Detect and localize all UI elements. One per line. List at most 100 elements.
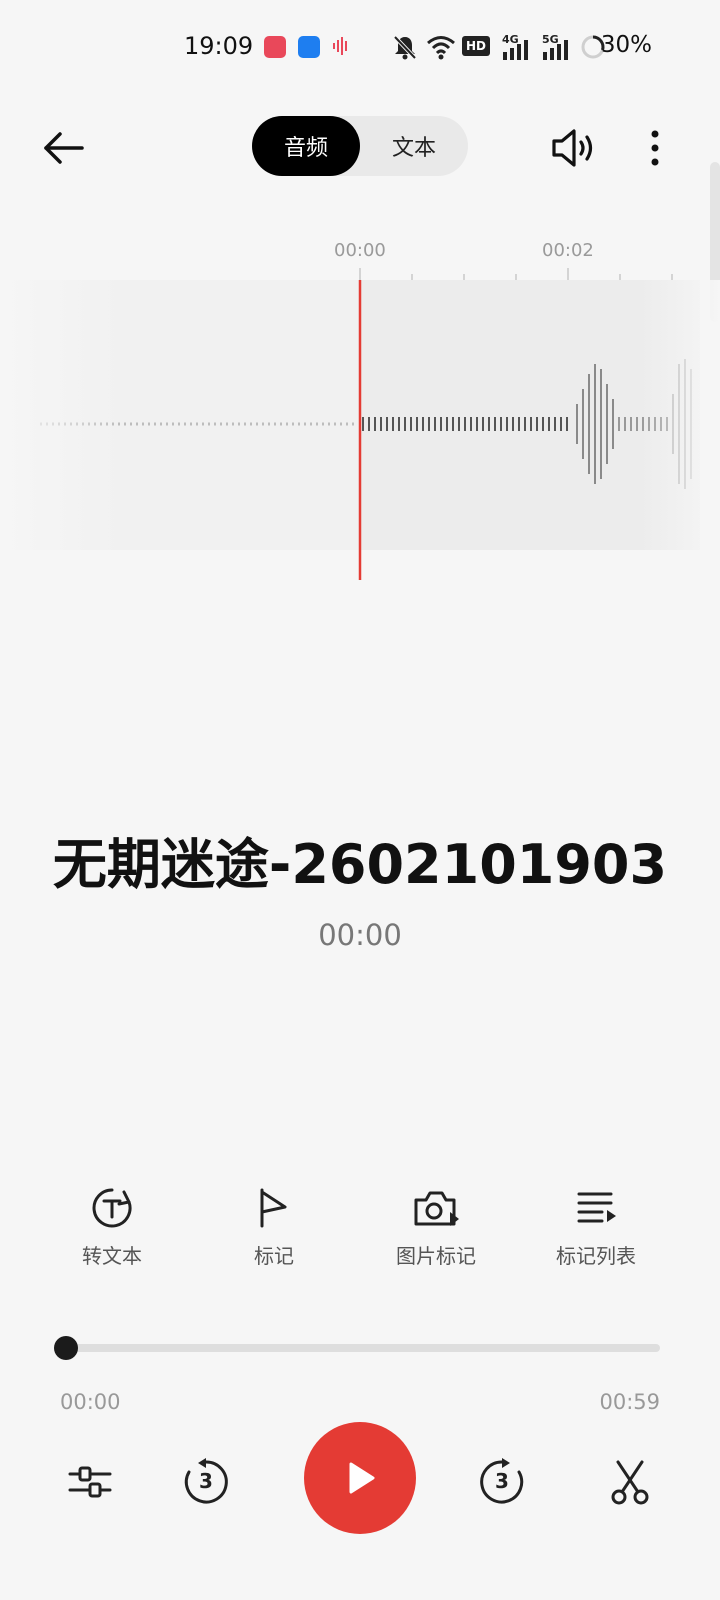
waveform-bar (512, 417, 514, 431)
waveform-bar (196, 422, 198, 426)
waveform-bar (268, 422, 270, 426)
waveform-bar (172, 422, 174, 426)
transcribe-button[interactable]: 转文本 (42, 1186, 182, 1269)
transcribe-text-icon (92, 1188, 132, 1228)
waveform-bar (452, 417, 454, 431)
waveform-bar (422, 417, 424, 431)
waveform-bar (582, 389, 584, 459)
waveform-bar (416, 417, 418, 431)
waveform-bar (334, 422, 336, 426)
audio-recording-icon (333, 37, 347, 55)
waveform-bar (560, 417, 562, 431)
waveform-bar (214, 422, 216, 426)
progress-thumb[interactable] (54, 1336, 78, 1360)
waveform-bar (244, 422, 246, 426)
waveform-bar (310, 422, 312, 426)
play-button[interactable] (304, 1422, 416, 1534)
waveform-bar (208, 422, 210, 426)
waveform-bar (566, 417, 568, 431)
waveform-bar (124, 422, 126, 426)
tab-audio[interactable]: 音频 (252, 116, 360, 176)
rewind-3s-button[interactable]: 3 (180, 1456, 232, 1508)
waveform-bar (160, 422, 162, 426)
mark-button[interactable]: 标记 (204, 1186, 344, 1269)
waveform-bar (476, 417, 478, 431)
waveform-bar (488, 417, 490, 431)
waveform-bar (280, 422, 282, 426)
waveform-bar (220, 422, 222, 426)
waveform-bar (576, 404, 578, 444)
waveform-bar (588, 374, 590, 474)
waveform-bar (202, 422, 204, 426)
total-time: 00:59 (599, 1390, 660, 1414)
waveform-bar (434, 417, 436, 431)
waveform-bar (500, 417, 502, 431)
waveform-bar (440, 417, 442, 431)
waveform-bar (298, 422, 300, 426)
mark-list-icon (577, 1192, 616, 1223)
waveform-bar (606, 384, 608, 464)
mark-list-button[interactable]: 标记列表 (526, 1186, 666, 1269)
waveform-bar (446, 417, 448, 431)
waveform-bar (274, 422, 276, 426)
waveform-bar (340, 422, 342, 426)
transcribe-label: 转文本 (82, 1244, 142, 1268)
progress-track[interactable] (66, 1344, 660, 1352)
waveform-bar (470, 417, 472, 431)
waveform-bar (322, 422, 324, 426)
waveform[interactable] (0, 280, 720, 580)
waveform-bar (130, 422, 132, 426)
waveform-bar (256, 422, 258, 426)
waveform-bar (542, 417, 544, 431)
rewind-seconds: 3 (199, 1469, 213, 1493)
waveform-bar (386, 417, 388, 431)
waveform-bar (362, 417, 364, 431)
waveform-bar (524, 417, 526, 431)
waveform-bar (506, 417, 508, 431)
waveform-bar (548, 417, 550, 431)
waveform-bar (226, 422, 228, 426)
photo-mark-button[interactable]: 图片标记 (366, 1186, 506, 1269)
waveform-bar (464, 417, 466, 431)
elapsed-time: 00:00 (318, 918, 402, 952)
waveform-bar (410, 417, 412, 431)
more-vertical-icon[interactable] (640, 126, 670, 170)
waveform-bar (612, 399, 614, 449)
waveform-bar (286, 422, 288, 426)
waveform-bar (392, 417, 394, 431)
waveform-bar (494, 417, 496, 431)
waveform-bar (482, 417, 484, 431)
speaker-icon[interactable] (550, 126, 598, 170)
waveform-bar (154, 422, 156, 426)
tab-text[interactable]: 文本 (360, 116, 468, 176)
ruler-label-2s: 00:02 (542, 240, 594, 261)
photo-mark-label: 图片标记 (396, 1244, 476, 1268)
notification-app-icon (298, 36, 320, 58)
waveform-bar (624, 417, 626, 431)
waveform-bar (368, 417, 370, 431)
waveform-bar (238, 422, 240, 426)
waveform-bar (148, 422, 150, 426)
waveform-bar (536, 417, 538, 431)
waveform-bar (530, 417, 532, 431)
waveform-bar (262, 422, 264, 426)
waveform-bar (250, 422, 252, 426)
current-time: 00:00 (60, 1390, 121, 1414)
waveform-bar (398, 417, 400, 431)
back-arrow-icon[interactable] (40, 124, 88, 172)
waveform-bar (316, 422, 318, 426)
recording-title: 无期迷途-2602101903 (52, 833, 668, 896)
waveform-bar (600, 369, 602, 479)
settings-sliders-icon[interactable] (64, 1456, 116, 1508)
battery-percent: 30% (600, 32, 652, 58)
waveform-bar (554, 417, 556, 431)
waveform-bar (292, 422, 294, 426)
wifi-icon (427, 36, 455, 60)
status-time: 19:09 (184, 32, 254, 60)
waveform-bar (304, 422, 306, 426)
scissors-icon[interactable] (604, 1456, 656, 1508)
signal-4g-icon (503, 40, 528, 60)
forward-3s-button[interactable]: 3 (476, 1456, 528, 1508)
view-mode-switch: 音频 文本 (252, 116, 468, 176)
waveform-bar (184, 422, 186, 426)
